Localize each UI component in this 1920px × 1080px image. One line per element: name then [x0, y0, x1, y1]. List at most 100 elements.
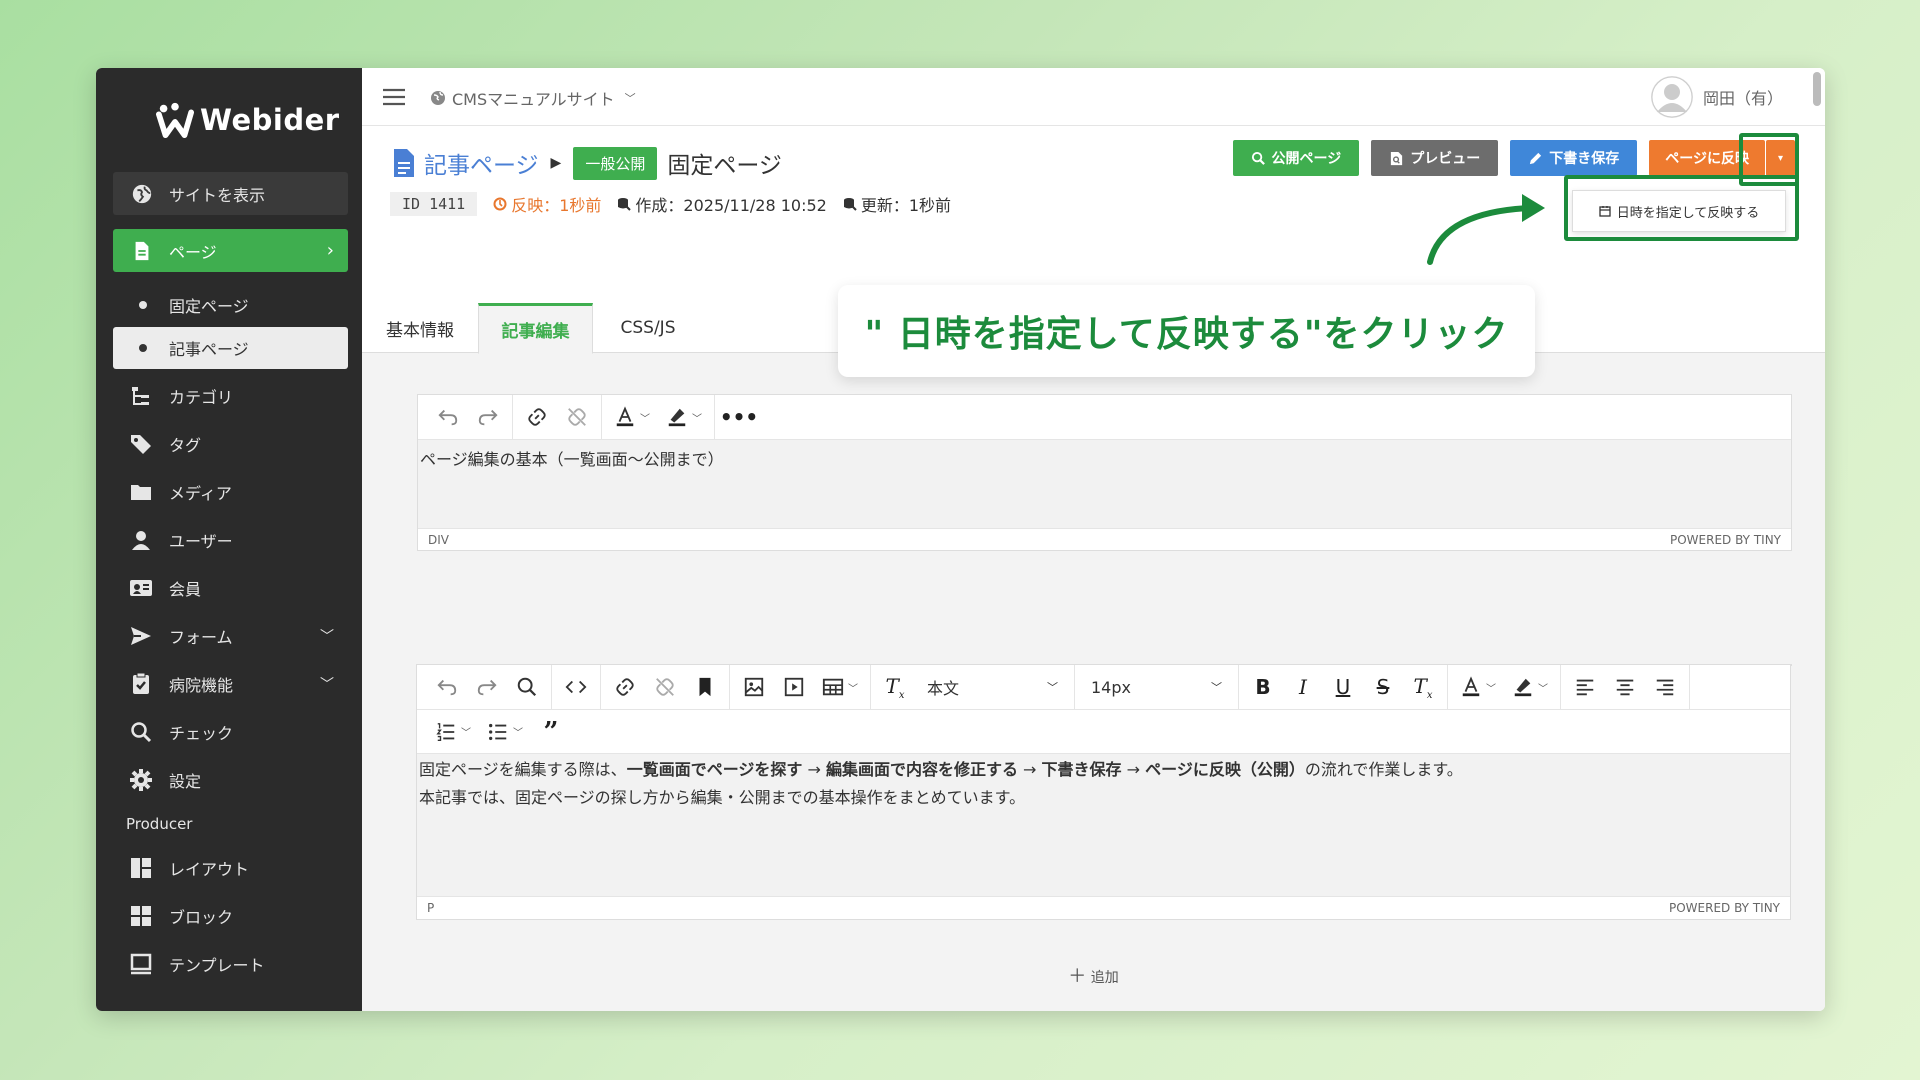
link-button[interactable] — [605, 669, 645, 705]
bullet-list-button[interactable]: ﹀ — [479, 714, 531, 750]
highlight-color-button[interactable]: ﹀ — [658, 399, 710, 435]
site-selector[interactable]: CMSマニュアルサイト ﹀ — [430, 86, 636, 110]
clear-format-icon: Tx — [885, 673, 905, 701]
tab-css-js[interactable]: CSS/JS — [610, 303, 686, 353]
avatar — [1650, 76, 1693, 118]
bold-run: 編集画面で内容を修正する — [825, 760, 1018, 779]
undo-button[interactable] — [428, 399, 468, 435]
document-icon — [135, 241, 149, 260]
public-page-button[interactable]: 公開ページ — [1232, 140, 1360, 176]
editor-toolbar: ﹀ ﹀ ••• — [418, 395, 1791, 440]
link-button[interactable] — [517, 399, 557, 435]
blockquote-button[interactable]: ” — [531, 714, 571, 750]
plus-icon: ＋ — [1068, 966, 1087, 987]
breadcrumb-article-page-link[interactable]: 記事ページ — [424, 146, 539, 180]
sidebar-item-category[interactable]: カテゴリ — [113, 376, 348, 416]
paragraph-1: 固定ページを編集する際は、一覧画面でページを探す → 編集画面で内容を修正する … — [419, 756, 1788, 784]
align-left-button[interactable] — [1565, 669, 1605, 705]
more-options-button[interactable]: ••• — [719, 399, 759, 435]
unlink-button[interactable] — [645, 669, 685, 705]
align-left-icon — [1576, 679, 1594, 696]
sidebar-item-tag[interactable]: タグ — [113, 424, 348, 464]
updated-info: 更新：1秒前 — [843, 192, 951, 216]
view-site-button[interactable]: サイトを表示 — [113, 172, 348, 215]
image-icon — [744, 677, 764, 697]
font-size-select[interactable]: 14px ﹀ — [1079, 665, 1234, 709]
toolbar-group — [423, 665, 552, 709]
logo[interactable]: Webider — [156, 100, 340, 140]
insert-media-button[interactable] — [774, 669, 814, 705]
insert-table-button[interactable]: ﹀ — [814, 669, 866, 705]
video-icon — [784, 677, 804, 697]
block-format-select[interactable]: 本文 ﹀ — [915, 665, 1070, 709]
sidebar-item-user[interactable]: ユーザー — [113, 520, 348, 560]
sidebar-item-form[interactable]: フォーム ﹀ — [113, 616, 348, 656]
undo-icon — [438, 409, 458, 426]
italic-icon: I — [1299, 675, 1307, 699]
strikethrough-button[interactable]: S — [1363, 669, 1403, 705]
toolbar-group: 14px ﹀ — [1075, 665, 1239, 709]
sidebar-item-label: ユーザー — [169, 532, 233, 551]
sidebar-item-member[interactable]: 会員 — [113, 568, 348, 608]
align-right-button[interactable] — [1645, 669, 1685, 705]
highlight-color-button[interactable]: ﹀ — [1504, 669, 1556, 705]
source-code-button[interactable] — [556, 669, 596, 705]
redo-icon — [477, 679, 497, 696]
bookmark-button[interactable] — [685, 669, 725, 705]
sidebar-item-hospital[interactable]: 病院機能 ﹀ — [113, 664, 348, 704]
hamburger-menu-icon[interactable] — [382, 88, 406, 106]
member-card-icon — [130, 580, 152, 596]
block-format-value: 本文 — [927, 679, 960, 698]
updated-text: 更新：1秒前 — [860, 196, 952, 215]
sidebar-sub-article-page[interactable]: 記事ページ — [113, 327, 348, 369]
text-color-button[interactable]: ﹀ — [1452, 669, 1504, 705]
sidebar-item-template[interactable]: テンプレート — [113, 944, 348, 984]
public-page-label: 公開ページ — [1271, 151, 1342, 167]
tab-basic-info[interactable]: 基本情報 — [382, 303, 458, 353]
highlight-box-menu — [1564, 175, 1799, 241]
sidebar-item-media[interactable]: メディア — [113, 472, 348, 512]
category-tree-icon — [132, 387, 149, 405]
bold-run: ページに反映（公開） — [1145, 760, 1305, 779]
clear-format-button[interactable]: Tx — [875, 669, 915, 705]
sidebar-item-settings[interactable]: 設定 — [113, 760, 348, 800]
unlink-icon — [568, 408, 586, 426]
redo-button[interactable] — [468, 399, 508, 435]
undo-button[interactable] — [427, 669, 467, 705]
unlink-button[interactable] — [557, 399, 597, 435]
add-block-button[interactable]: ＋ 追加 — [362, 962, 1825, 988]
redo-button[interactable] — [467, 669, 507, 705]
italic-button[interactable]: I — [1283, 669, 1323, 705]
scrollbar[interactable] — [1813, 72, 1821, 106]
meta-row: ID 1411 反映：1秒前 作成：2025/11/28 10:52 更新：1秒… — [390, 192, 951, 216]
top-bar: CMSマニュアルサイト ﹀ 岡田（有） — [362, 68, 1825, 126]
user-menu[interactable]: 岡田（有） — [1650, 76, 1783, 118]
preview-button[interactable]: プレビュー — [1371, 140, 1499, 176]
sidebar-item-block[interactable]: ブロック — [113, 896, 348, 936]
sidebar-sub-fixed-page[interactable]: 固定ページ — [113, 284, 348, 326]
draft-save-button[interactable]: 下書き保存 — [1510, 140, 1638, 176]
sidebar-item-layout[interactable]: レイアウト — [113, 848, 348, 888]
tab-article-edit[interactable]: 記事編集 — [478, 303, 593, 354]
pencil-icon — [1530, 152, 1542, 164]
clipboard-check-icon — [133, 672, 149, 694]
search-replace-button[interactable] — [507, 669, 547, 705]
editor-content[interactable]: ページ編集の基本（一覧画面〜公開まで） — [418, 440, 1791, 528]
insert-image-button[interactable] — [734, 669, 774, 705]
link-icon — [616, 678, 634, 696]
gear-icon — [130, 769, 152, 791]
remove-format-button[interactable]: Tx — [1403, 669, 1443, 705]
bold-button[interactable]: B — [1243, 669, 1283, 705]
element-path: DIV — [428, 532, 449, 547]
underline-button[interactable]: U — [1323, 669, 1363, 705]
align-center-button[interactable] — [1605, 669, 1645, 705]
folder-icon — [131, 485, 151, 500]
numbered-list-button[interactable]: ﹀ — [427, 714, 479, 750]
bullet-list-icon — [489, 723, 507, 740]
highlighter-icon — [668, 408, 686, 427]
sidebar-item-label: カテゴリ — [169, 388, 234, 407]
editor-content[interactable]: 固定ページを編集する際は、一覧画面でページを探す → 編集画面で内容を修正する … — [417, 754, 1790, 896]
sidebar-item-page[interactable]: ページ › — [113, 229, 348, 272]
text-color-button[interactable]: ﹀ — [606, 399, 658, 435]
sidebar-item-check[interactable]: チェック — [113, 712, 348, 752]
